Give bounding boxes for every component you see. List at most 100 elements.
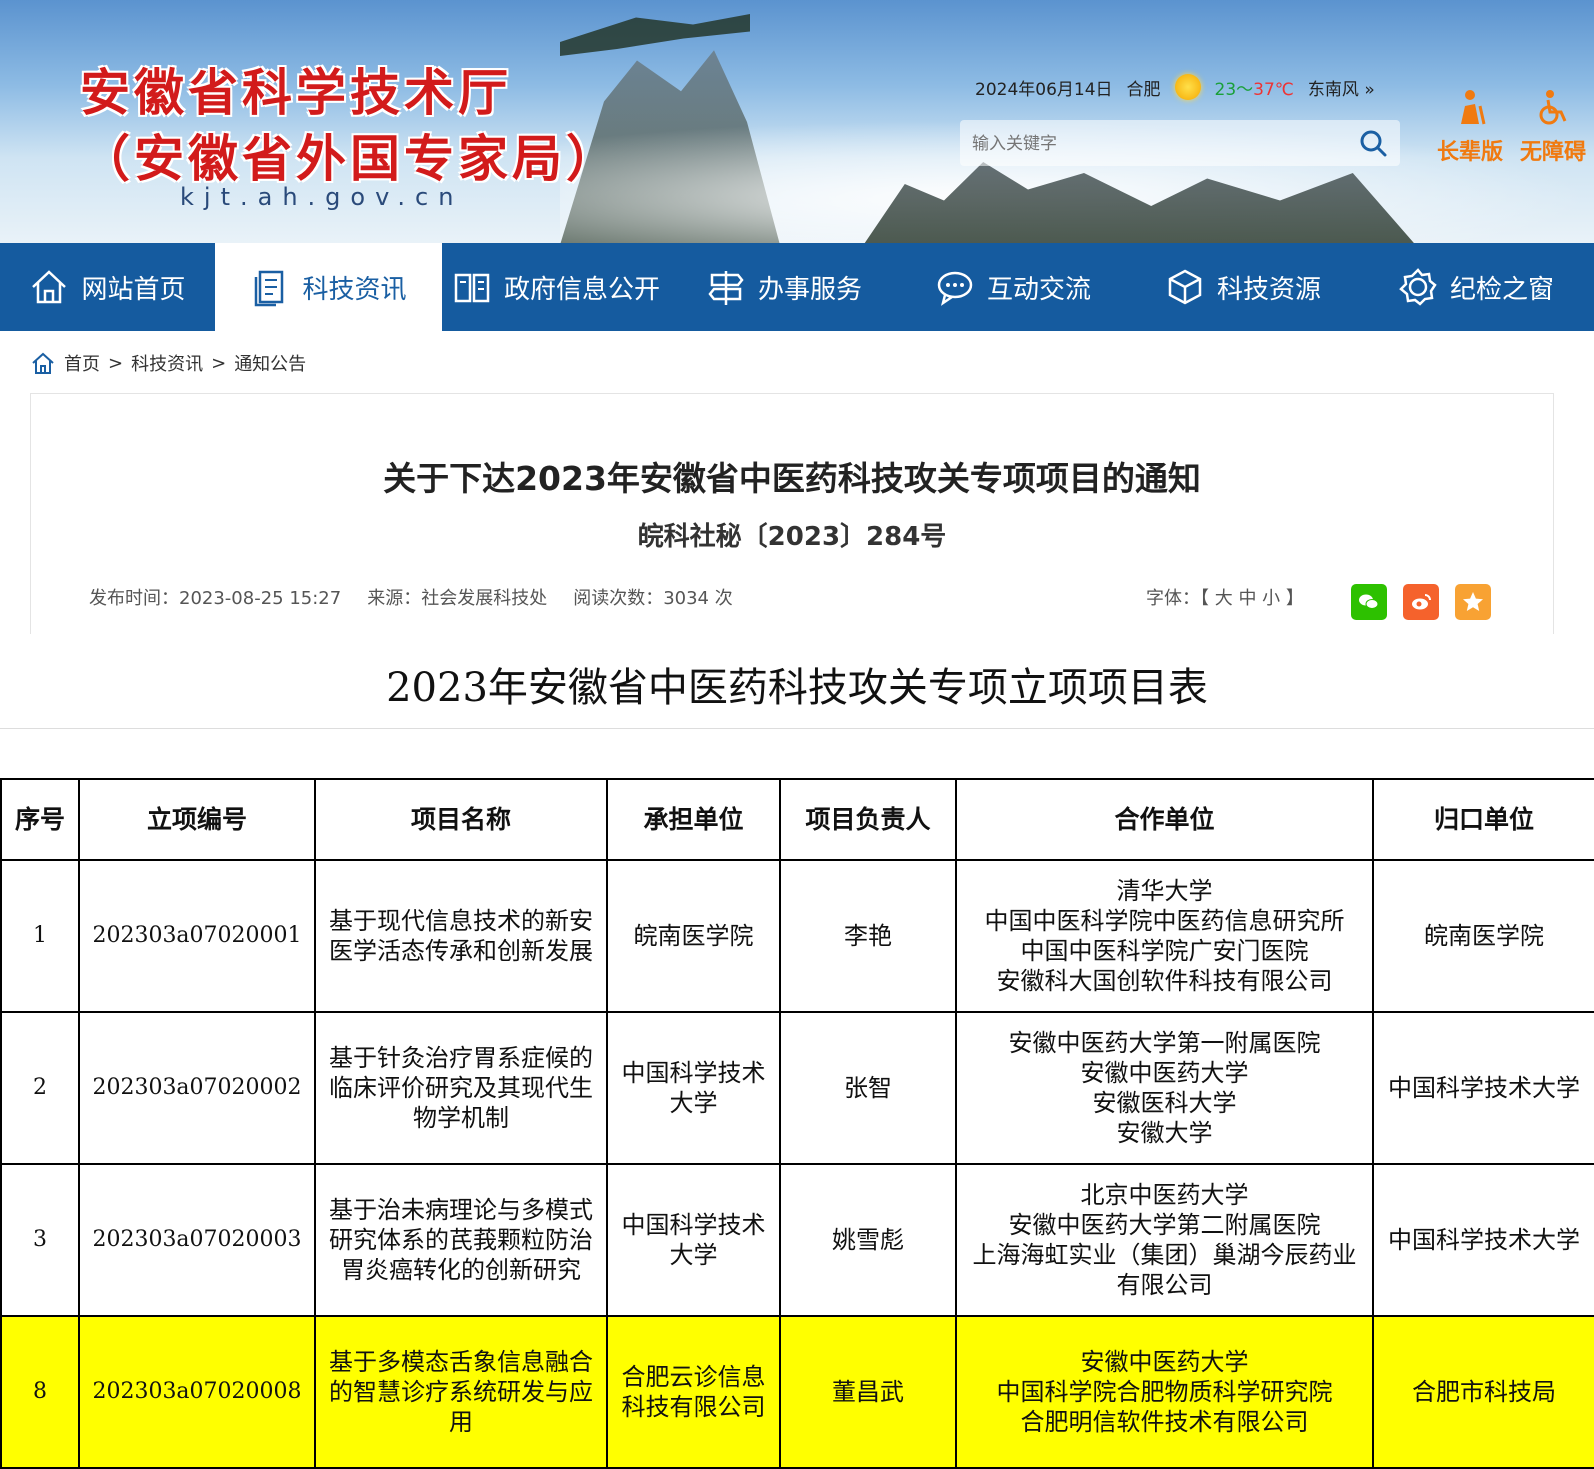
cell-no: 1 [0,859,80,1013]
column-header: 承担单位 [606,778,781,861]
weather-bar: 2024年06月14日 合肥 23～37℃ 东南风 » [975,74,1375,100]
font-size-control[interactable]: 字体：【 大 中 小 】 [1146,584,1304,610]
column-header: 归口单位 [1372,778,1594,861]
partner-item: 上海海虹实业（集团）巢湖今辰药业有限公司 [972,1241,1357,1299]
elderly-mode-button[interactable]: 长辈版 [1425,88,1515,166]
favorite-star-icon[interactable] [1455,584,1491,620]
cube-icon [1168,269,1202,305]
nav-label-discipline: 纪检之窗 [1449,274,1554,305]
cell-partners: 清华大学 中国中医科学院中医药信息研究所 中国中医科学院广安门医院 安徽科大国创… [955,859,1374,1013]
cell-project-name: 基于治未病理论与多模式研究体系的芪莪颗粒防治胃炎癌转化的创新研究 [314,1163,608,1317]
column-header: 序号 [0,778,80,861]
breadcrumb-separator: > [108,352,124,374]
cell-code: 202303a07020002 [78,1011,316,1165]
breadcrumb-separator: > [211,352,227,374]
partner-item: 合肥明信软件技术有限公司 [1020,1408,1309,1436]
article-source: 来源：社会发展科技处 [367,588,548,609]
breadcrumb-tech-news[interactable]: 科技资讯 [131,350,203,376]
divider [0,728,1594,729]
table-row: 3 202303a07020003 基于治未病理论与多模式研究体系的芪莪颗粒防治… [0,1163,1594,1317]
column-header: 合作单位 [955,778,1374,861]
wheelchair-icon [1539,90,1567,125]
table-title: 2023年安徽省中医药科技攻关专项立项项目表 [386,665,1208,711]
cell-leader: 李艳 [779,859,957,1013]
cell-code: 202303a07020001 [78,859,316,1013]
weibo-share-icon[interactable] [1403,584,1439,620]
nav-item-gov-info[interactable]: 政府信息公开 [442,243,670,331]
elderly-person-icon [1461,90,1486,125]
signpost-icon [708,271,744,305]
current-date: 2024年06月14日 [975,79,1113,100]
book-icon [454,273,490,303]
publish-time: 发布时间：2023-08-25 15:27 [89,588,342,609]
sunny-icon [1174,74,1201,100]
cell-dept: 中国科学技术大学 [1372,1011,1594,1165]
column-header: 立项编号 [78,778,316,861]
header-banner: 安徽省科学技术厅 （安徽省外国专家局） kjt.ah.gov.cn 2024年0… [0,0,1594,243]
cell-leader: 董昌武 [779,1315,957,1469]
accessibility-label: 无障碍 [1519,140,1586,165]
read-count: 阅读次数：3034 次 [573,588,733,609]
nav-item-home[interactable]: 网站首页 [0,243,215,331]
cell-partners: 北京中医药大学 安徽中医药大学第二附属医院 上海海虹实业（集团）巢湖今辰药业有限… [955,1163,1374,1317]
nav-item-interaction[interactable]: 互动交流 [898,243,1128,331]
nav-label-home: 网站首页 [81,274,186,305]
cell-code: 202303a07020008 [78,1315,316,1469]
weather-city: 合肥 [1126,79,1161,100]
cell-unit: 中国科学技术大学 [606,1011,781,1165]
search-icon[interactable] [1358,128,1388,158]
table-row: 2 202303a07020002 基于针灸治疗胃系症候的临床评价研究及其现代生… [0,1011,1594,1165]
site-title-line1: 安徽省科学技术厅 [80,63,512,122]
chat-icon [937,271,973,306]
breadcrumb-home[interactable]: 首页 [64,350,100,376]
nav-item-discipline[interactable]: 纪检之窗 [1358,243,1594,331]
table-header-row: 序号 立项编号 项目名称 承担单位 项目负责人 合作单位 归口单位 [0,778,1594,861]
cell-unit: 中国科学技术大学 [606,1163,781,1317]
cell-dept: 皖南医学院 [1372,859,1594,1013]
article-header: 关于下达2023年安徽省中医药科技攻关专项项目的通知 皖科社秘〔2023〕284… [30,393,1554,634]
nav-label-interaction: 互动交流 [986,274,1091,305]
nav-label-gov-info: 政府信息公开 [503,274,660,305]
partner-item: 安徽医科大学 [1092,1089,1237,1117]
table-row-highlighted: 8 202303a07020008 基于多模态舌象信息融合的智慧诊疗系统研发与应… [0,1315,1594,1469]
nav-item-tech-news[interactable]: 科技资讯 [215,243,442,331]
cell-partners: 安徽中医药大学 中国科学院合肥物质科学研究院 合肥明信软件技术有限公司 [955,1315,1374,1469]
wind[interactable]: 东南风 » [1308,75,1375,100]
home-icon [32,270,67,304]
partner-item: 中国科学院合肥物质科学研究院 [996,1378,1333,1406]
wechat-share-icon[interactable] [1351,584,1387,620]
home-icon [32,352,54,374]
nav-item-services[interactable]: 办事服务 [670,243,898,331]
gear-badge-icon [1399,268,1437,306]
cell-partners: 安徽中医药大学第一附属医院 安徽中医药大学 安徽医科大学 安徽大学 [955,1011,1374,1165]
cell-leader: 姚雪彪 [779,1163,957,1317]
partner-item: 清华大学 [1116,877,1213,905]
cell-unit: 合肥云诊信息科技有限公司 [606,1315,781,1469]
accessibility-button[interactable]: 无障碍 [1508,88,1594,166]
partner-item: 安徽中医药大学 [1080,1348,1249,1376]
partner-item: 中国中医科学院中医药信息研究所 [984,907,1345,935]
partner-item: 中国中医科学院广安门医院 [1020,937,1309,965]
nav-item-resources[interactable]: 科技资源 [1128,243,1358,331]
wind-label: 东南风 [1307,79,1359,100]
site-logo-title[interactable]: 安徽省科学技术厅 （安徽省外国专家局） [80,60,620,192]
partner-item: 北京中医药大学 [1080,1181,1249,1209]
temp-high: 37℃ [1253,79,1294,100]
search-input[interactable] [970,120,1334,168]
partner-item: 安徽大学 [1116,1119,1213,1147]
main-nav: 网站首页 科技资讯 政府信息公开 办事服务 互动交流 科技资源 纪检之窗 [0,243,1594,331]
cell-project-name: 基于现代信息技术的新安医学活态传承和创新发展 [314,859,608,1013]
cell-leader: 张智 [779,1011,957,1165]
temperature: 23～37℃ [1215,75,1294,100]
column-header: 项目负责人 [779,778,957,861]
article-meta: 发布时间：2023-08-25 15:27 来源：社会发展科技处 阅读次数：30… [89,584,733,610]
project-table: 序号 立项编号 项目名称 承担单位 项目负责人 合作单位 归口单位 1 2023… [0,778,1594,1469]
breadcrumb-notices[interactable]: 通知公告 [234,350,306,376]
document-number: 皖科社秘〔2023〕284号 [637,522,947,552]
nav-label-tech-news: 科技资讯 [302,274,407,305]
partner-item: 安徽科大国创软件科技有限公司 [996,967,1333,995]
partner-item: 安徽中医药大学第一附属医院 [1008,1029,1321,1057]
cell-code: 202303a07020003 [78,1163,316,1317]
cell-dept: 合肥市科技局 [1372,1315,1594,1469]
cell-no: 8 [0,1315,80,1469]
